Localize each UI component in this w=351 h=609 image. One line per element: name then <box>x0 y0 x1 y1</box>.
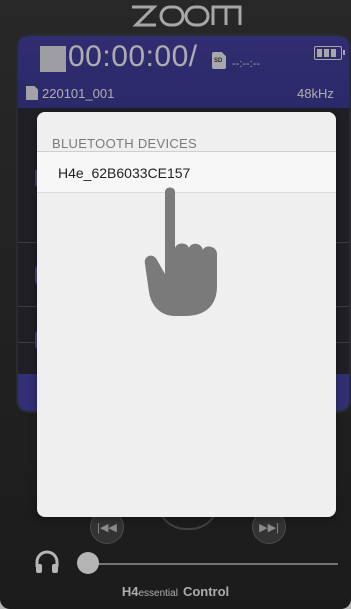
tap-hand-icon <box>144 187 217 316</box>
dialog-header: BLUETOOTH DEVICES <box>37 112 336 152</box>
bluetooth-device-name: H4e_62B6033CE157 <box>58 165 191 181</box>
dialog-title: BLUETOOTH DEVICES <box>52 136 198 151</box>
